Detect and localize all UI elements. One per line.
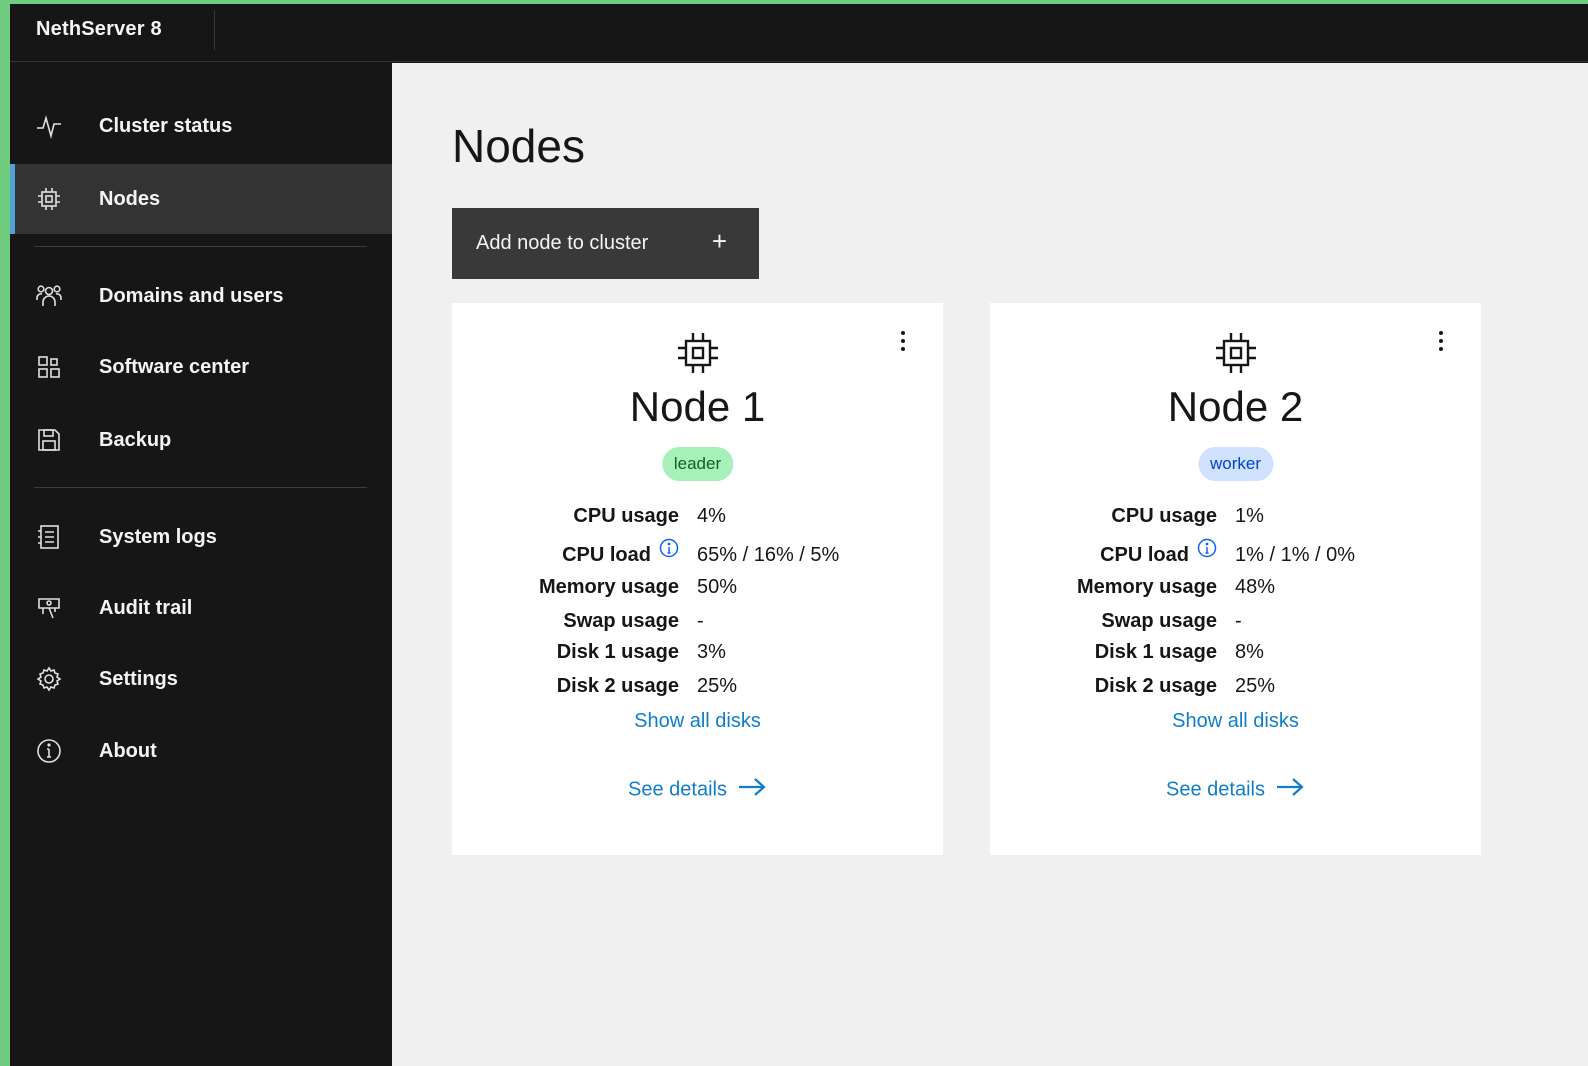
node-title: Node 2 xyxy=(1167,383,1304,430)
info-icon[interactable] xyxy=(659,538,679,558)
stat-label: CPU load xyxy=(1100,544,1189,566)
node-card: Node 2 worker CPU usage 1% CPU load 1% /… xyxy=(990,303,1481,855)
arrow-right-icon xyxy=(737,776,767,804)
stat-value: 1% xyxy=(1235,505,1264,527)
activity-icon xyxy=(34,111,64,141)
logs-icon xyxy=(34,522,64,552)
stat-disk-2-usage: Disk 2 usage 25% xyxy=(990,675,1481,705)
audit-icon xyxy=(34,593,64,623)
stat-label: Disk 2 usage xyxy=(556,675,679,697)
sidebar-item-label: System logs xyxy=(99,525,217,548)
stat-value: 25% xyxy=(1235,675,1276,697)
stat-cpu-load: CPU load 65% / 16% / 5% xyxy=(452,538,943,574)
sidebar-item-cluster-status[interactable]: Cluster status xyxy=(10,91,392,161)
stat-value: - xyxy=(1235,610,1242,632)
see-details-label: See details xyxy=(1166,778,1265,801)
save-icon xyxy=(34,425,64,455)
app-window: NethServer 8 Cluster status Nodes Domain… xyxy=(10,4,1588,1066)
stat-cpu-usage: CPU usage 1% xyxy=(990,505,1481,535)
stat-cpu-usage: CPU usage 4% xyxy=(452,505,943,535)
sidebar-item-backup[interactable]: Backup xyxy=(10,405,392,475)
stat-value: 1% / 1% / 0% xyxy=(1235,544,1356,566)
stat-swap-usage: Swap usage - xyxy=(452,610,943,640)
show-all-disks-link[interactable]: Show all disks xyxy=(452,710,943,733)
sidebar-item-about[interactable]: About xyxy=(10,716,392,786)
sidebar-divider xyxy=(34,246,367,247)
node-title: Node 1 xyxy=(629,383,766,430)
sidebar-item-label: Software center xyxy=(99,355,250,378)
sidebar-item-label: Cluster status xyxy=(99,114,233,137)
overflow-menu-icon[interactable] xyxy=(1431,329,1451,353)
stat-value: 48% xyxy=(1235,576,1276,598)
stat-value: 4% xyxy=(697,505,726,527)
stat-label: CPU load xyxy=(562,544,651,566)
add-node-button-label: Add node to cluster xyxy=(476,232,649,254)
gear-icon xyxy=(34,664,64,694)
main-content: Nodes Add node to cluster + Node 1 leade… xyxy=(392,63,1588,1066)
stat-label: Swap usage xyxy=(1101,610,1217,632)
stat-swap-usage: Swap usage - xyxy=(990,610,1481,640)
header-divider xyxy=(214,10,215,50)
info-icon[interactable] xyxy=(1197,538,1217,558)
stat-disk-1-usage: Disk 1 usage 8% xyxy=(990,641,1481,671)
stat-value: - xyxy=(697,610,704,632)
overflow-menu-icon[interactable] xyxy=(893,329,913,353)
stat-label: Disk 2 usage xyxy=(1094,675,1217,697)
sidebar-item-label: About xyxy=(99,739,157,762)
sidebar-item-label: Nodes xyxy=(99,187,161,210)
sidebar-item-label: Domains and users xyxy=(99,284,284,307)
see-details-label: See details xyxy=(628,778,727,801)
stat-value: 25% xyxy=(697,675,738,697)
sidebar-item-domains-and-users[interactable]: Domains and users xyxy=(10,261,392,331)
stat-value: 8% xyxy=(1235,641,1264,663)
sidebar-item-label: Backup xyxy=(99,428,172,451)
apps-icon xyxy=(34,352,64,382)
plus-icon: + xyxy=(711,226,727,256)
stat-label: Disk 1 usage xyxy=(556,641,679,663)
stat-label: Memory usage xyxy=(538,576,679,598)
stat-value: 3% xyxy=(697,641,726,663)
stat-label: Memory usage xyxy=(1076,576,1217,598)
page-title: Nodes xyxy=(452,120,585,172)
stat-label: CPU usage xyxy=(573,505,679,527)
chip-icon xyxy=(674,329,722,377)
sidebar-item-system-logs[interactable]: System logs xyxy=(10,502,392,572)
stat-memory-usage: Memory usage 48% xyxy=(990,576,1481,606)
node-card: Node 1 leader CPU usage 4% CPU load 65% … xyxy=(452,303,943,855)
see-details-link[interactable]: See details xyxy=(452,776,943,804)
stat-label: Disk 1 usage xyxy=(1094,641,1217,663)
sidebar-item-software-center[interactable]: Software center xyxy=(10,332,392,402)
stat-disk-2-usage: Disk 2 usage 25% xyxy=(452,675,943,705)
app-title: NethServer 8 xyxy=(36,18,162,40)
stat-label: Swap usage xyxy=(563,610,679,632)
users-icon xyxy=(34,281,64,311)
sidebar: Cluster status Nodes Domains and users S… xyxy=(10,63,392,1066)
show-all-disks-link[interactable]: Show all disks xyxy=(990,710,1481,733)
chip-icon xyxy=(1212,329,1260,377)
stat-value: 65% / 16% / 5% xyxy=(697,544,840,566)
sidebar-divider xyxy=(34,487,367,488)
stat-disk-1-usage: Disk 1 usage 3% xyxy=(452,641,943,671)
stat-label: CPU usage xyxy=(1111,505,1217,527)
top-header: NethServer 8 xyxy=(10,4,1588,62)
chip-icon xyxy=(34,184,64,214)
arrow-right-icon xyxy=(1275,776,1305,804)
sidebar-item-nodes[interactable]: Nodes xyxy=(10,164,392,234)
stat-cpu-load: CPU load 1% / 1% / 0% xyxy=(990,538,1481,574)
role-badge: worker xyxy=(1197,447,1274,481)
stat-memory-usage: Memory usage 50% xyxy=(452,576,943,606)
sidebar-item-settings[interactable]: Settings xyxy=(10,644,392,714)
info-icon xyxy=(34,736,64,766)
see-details-link[interactable]: See details xyxy=(990,776,1481,804)
sidebar-item-label: Audit trail xyxy=(99,596,193,619)
stat-value: 50% xyxy=(697,576,738,598)
role-badge: leader xyxy=(661,447,734,481)
add-node-button[interactable]: Add node to cluster + xyxy=(452,208,759,279)
sidebar-item-audit-trail[interactable]: Audit trail xyxy=(10,573,392,643)
sidebar-item-label: Settings xyxy=(99,667,178,690)
